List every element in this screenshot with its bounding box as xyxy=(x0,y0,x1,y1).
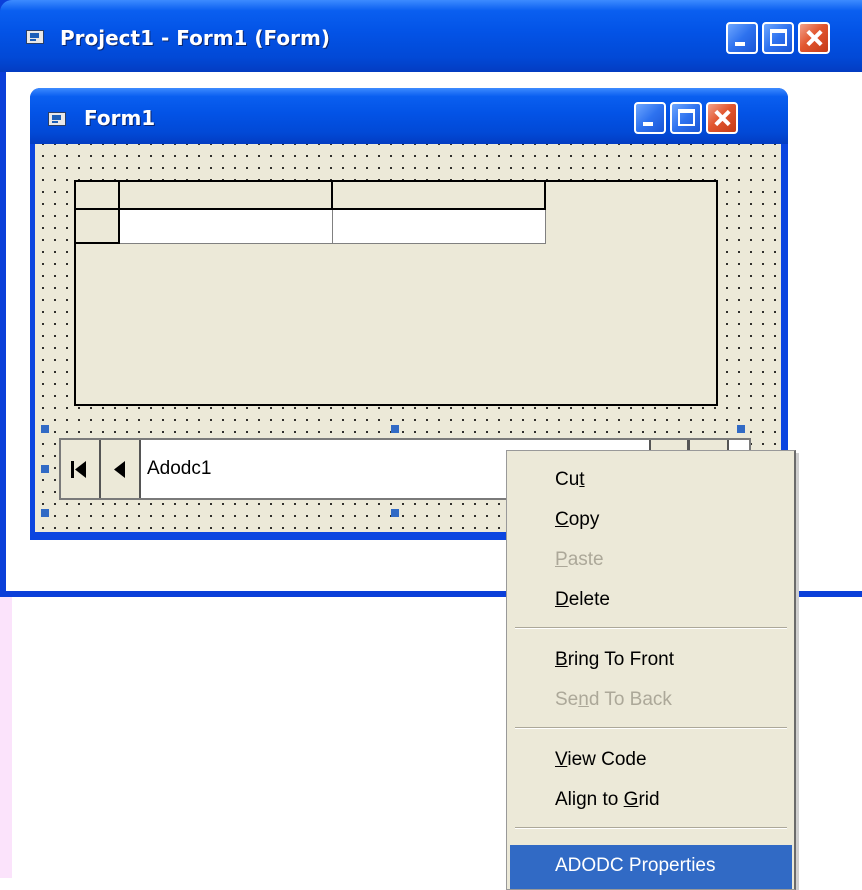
menu-item-accelerator: t xyxy=(579,469,585,490)
move-first-button[interactable] xyxy=(61,440,101,498)
project-window-title: Project1 - Form1 (Form) xyxy=(60,26,330,50)
menu-item-accelerator: C xyxy=(555,509,569,530)
menu-item-label: Align to xyxy=(555,789,624,810)
grid-column-header[interactable] xyxy=(120,182,333,210)
menu-item-copy[interactable]: Copy xyxy=(555,509,599,531)
menu-item-label: ring To Front xyxy=(567,649,674,670)
first-record-icon xyxy=(71,461,86,478)
adodc-caption: Adodc1 xyxy=(147,458,212,479)
menu-item-accelerator: n xyxy=(578,689,589,710)
menu-separator xyxy=(515,627,787,629)
menu-item-label: iew Code xyxy=(567,749,647,770)
form1-title-bar[interactable]: Form1 xyxy=(30,88,788,144)
menu-separator xyxy=(515,727,787,729)
minimize-icon xyxy=(643,122,653,126)
selection-handle[interactable] xyxy=(41,465,49,473)
form1-title: Form1 xyxy=(84,106,156,130)
menu-item-label: elete xyxy=(568,589,610,610)
grid-corner-cell[interactable] xyxy=(76,182,120,210)
context-menu: Cut Copy Paste Delete Bring To Front Sen… xyxy=(506,450,796,890)
menu-item-label: rid xyxy=(638,789,660,810)
menu-item-bring-to-front[interactable]: Bring To Front xyxy=(555,649,674,671)
menu-item-accelerator: G xyxy=(623,789,639,810)
menu-item-label: opy xyxy=(568,509,600,530)
menu-item-label: d To Back xyxy=(588,689,672,710)
maximize-icon xyxy=(770,29,787,46)
menu-item-cut[interactable]: Cut xyxy=(555,469,585,491)
form1-close-button[interactable] xyxy=(706,102,738,134)
move-previous-button[interactable] xyxy=(101,440,141,498)
menu-item-accelerator: B xyxy=(555,649,568,670)
grid-column-header[interactable] xyxy=(333,182,546,210)
grid-cell[interactable] xyxy=(120,210,333,244)
selection-handle[interactable] xyxy=(41,509,49,517)
maximize-button[interactable] xyxy=(762,22,794,54)
menu-item-label: Se xyxy=(555,689,579,710)
menu-item-paste: Paste xyxy=(555,549,604,571)
selection-handle[interactable] xyxy=(41,425,49,433)
background-strip xyxy=(0,597,12,878)
menu-item-accelerator: D xyxy=(555,589,569,610)
menu-item-align-to-grid[interactable]: Align to Grid xyxy=(555,789,660,811)
grid-cell[interactable] xyxy=(333,210,546,244)
menu-separator xyxy=(515,827,787,829)
selection-handle[interactable] xyxy=(737,425,745,433)
minimize-button[interactable] xyxy=(726,22,758,54)
menu-item-adodc-properties[interactable]: ADODC Properties xyxy=(555,855,716,877)
selection-handle[interactable] xyxy=(391,425,399,433)
form1-maximize-button[interactable] xyxy=(670,102,702,134)
grid-row-selector[interactable] xyxy=(76,210,120,244)
menu-item-label: Cu xyxy=(555,469,580,490)
form-icon xyxy=(48,112,66,126)
form1-minimize-button[interactable] xyxy=(634,102,666,134)
menu-item-label: aste xyxy=(567,549,604,570)
menu-item-send-to-back: Send To Back xyxy=(555,689,672,711)
menu-item-accelerator: V xyxy=(555,749,568,770)
previous-record-icon xyxy=(114,461,125,478)
menu-item-delete[interactable]: Delete xyxy=(555,589,610,611)
close-button[interactable] xyxy=(798,22,830,54)
menu-item-view-code[interactable]: View Code xyxy=(555,749,647,771)
selection-handle[interactable] xyxy=(391,509,399,517)
menu-item-accelerator: P xyxy=(555,549,568,570)
menu-item-label: ADODC Properties xyxy=(555,855,716,876)
datagrid-control[interactable] xyxy=(74,180,718,406)
minimize-icon xyxy=(735,42,745,46)
form-icon xyxy=(26,30,44,44)
project-title-bar[interactable]: Project1 - Form1 (Form) xyxy=(0,0,862,72)
maximize-icon xyxy=(678,109,695,126)
